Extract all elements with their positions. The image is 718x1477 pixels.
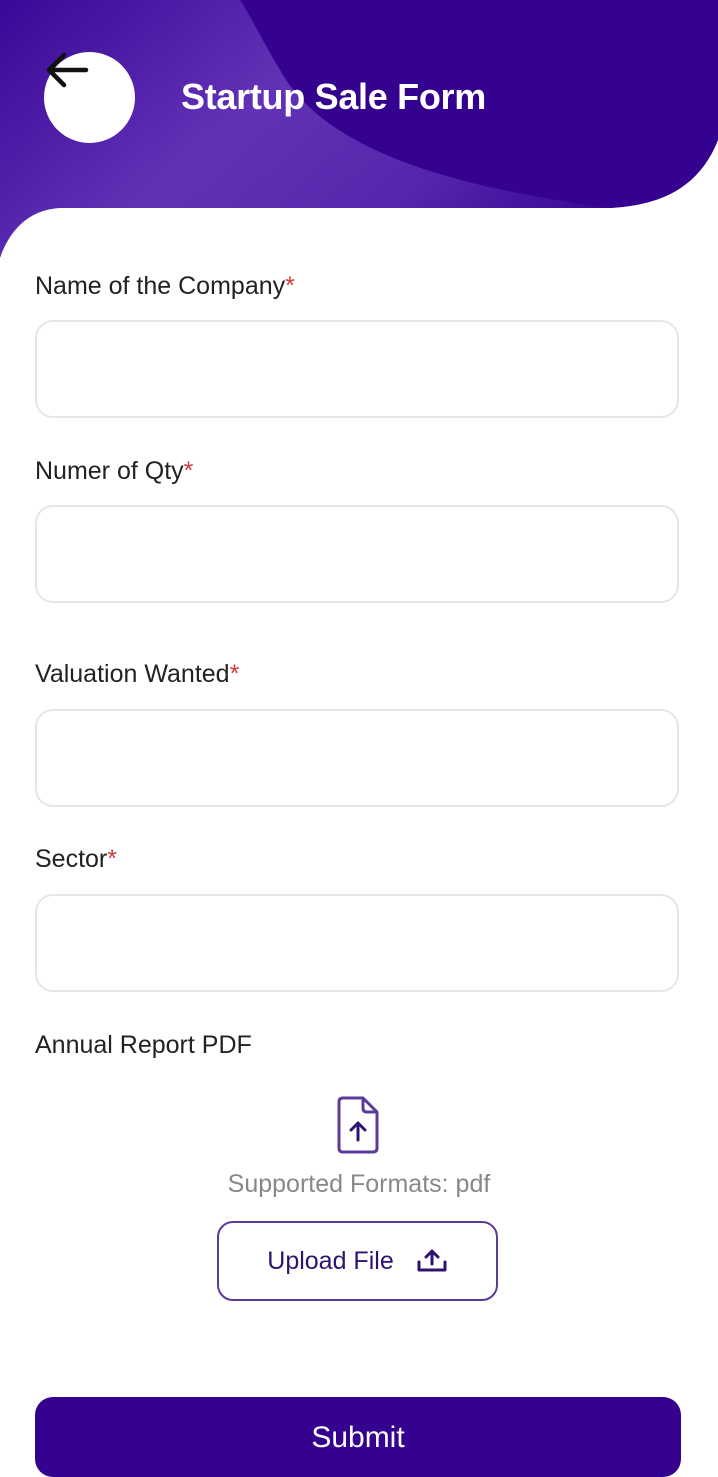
company-name-label: Name of the Company* xyxy=(35,272,295,301)
sector-label: Sector* xyxy=(35,845,117,874)
field-label-text: Name of the Company xyxy=(35,272,286,300)
arrow-left-icon xyxy=(46,52,89,88)
upload-icon xyxy=(417,1249,447,1272)
field-label-text: Valuation Wanted xyxy=(35,660,230,688)
upload-file-button[interactable]: Upload File xyxy=(217,1221,498,1301)
field-label-text: Numer of Qty xyxy=(35,457,184,485)
supported-formats-text: Supported Formats: pdf xyxy=(227,1170,491,1198)
company-name-input[interactable] xyxy=(35,320,679,418)
field-label-text: Sector xyxy=(35,845,108,873)
required-mark: * xyxy=(183,457,194,485)
valuation-input[interactable] xyxy=(35,709,679,807)
quantity-label: Numer of Qty* xyxy=(35,457,193,486)
quantity-input[interactable] xyxy=(35,505,679,603)
sector-input[interactable] xyxy=(35,894,679,992)
file-upload-icon xyxy=(337,1096,379,1154)
back-button[interactable] xyxy=(44,52,135,143)
header-background xyxy=(0,0,718,258)
required-mark: * xyxy=(229,660,240,688)
header: Startup Sale Form xyxy=(0,0,718,280)
valuation-label: Valuation Wanted* xyxy=(35,660,239,689)
annual-report-label: Annual Report PDF xyxy=(35,1031,252,1059)
submit-button[interactable]: Submit xyxy=(35,1397,681,1477)
upload-file-label: Upload File xyxy=(267,1246,394,1275)
required-mark: * xyxy=(285,272,295,300)
page-title: Startup Sale Form xyxy=(181,76,486,117)
submit-label: Submit xyxy=(311,1421,405,1454)
required-mark: * xyxy=(107,845,117,873)
